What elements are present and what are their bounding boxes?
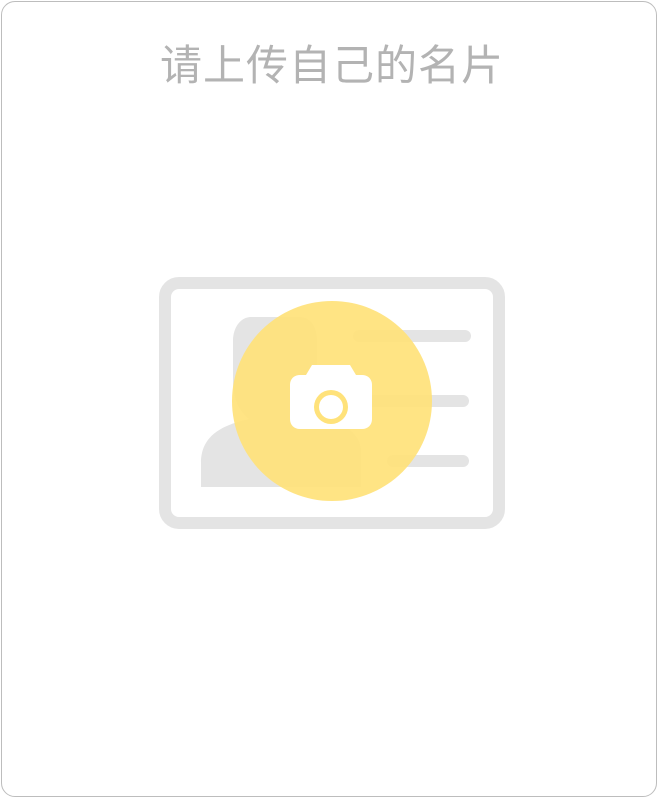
upload-dialog: 请上传自己的名片 [1, 1, 657, 797]
page-title: 请上传自己的名片 [159, 41, 504, 90]
upload-card-button[interactable] [159, 277, 505, 529]
card-upload-graphic [159, 277, 505, 529]
